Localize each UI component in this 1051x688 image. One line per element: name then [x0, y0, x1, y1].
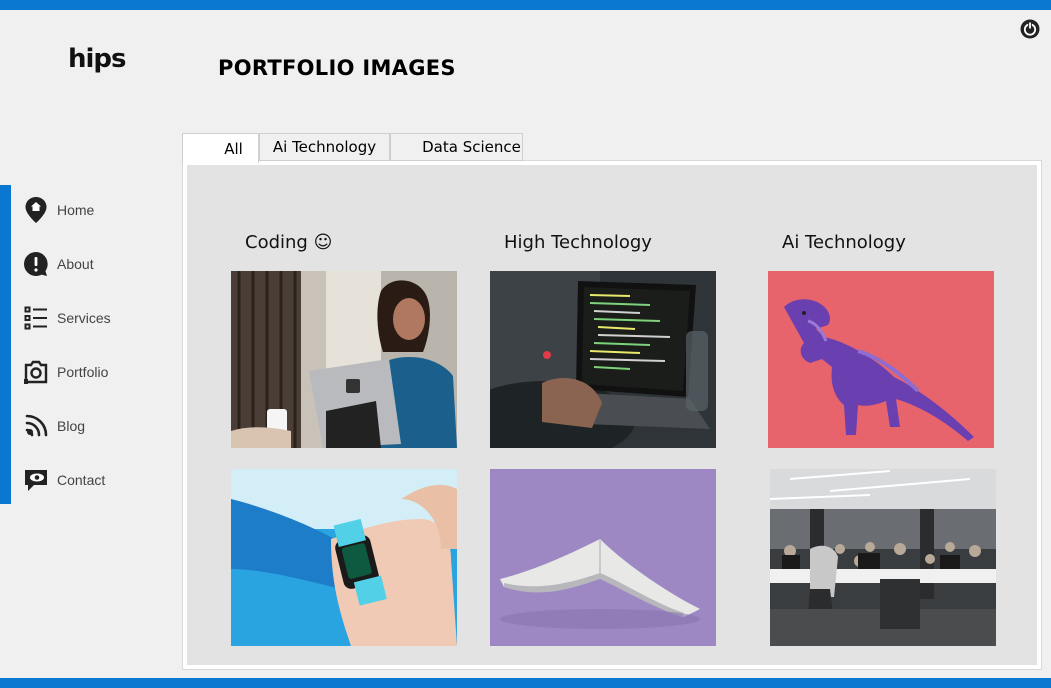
nav-item-blog[interactable]: Blog [22, 406, 172, 446]
smartwatch-photo[interactable] [231, 469, 457, 646]
camera-icon [22, 358, 50, 386]
power-icon[interactable] [1020, 19, 1040, 39]
nav-label-about: About [57, 256, 94, 272]
woman-with-tablet-photo[interactable] [231, 271, 457, 448]
app-logo: hips [68, 44, 127, 74]
feed-icon [22, 412, 50, 440]
tab-data-science[interactable]: Data Science [390, 133, 523, 161]
tab-all[interactable]: All [182, 133, 259, 163]
tab-data-science-label: Data Science [422, 138, 521, 156]
purple-dinosaur-photo[interactable] [768, 271, 994, 448]
nav-item-services[interactable]: Services [22, 298, 172, 338]
map-pin-icon [22, 196, 50, 224]
open-notebook-photo[interactable] [490, 469, 716, 646]
nav-label-services: Services [57, 310, 111, 326]
nav-label-contact: Contact [57, 472, 106, 488]
nav-accent-stripe [0, 185, 11, 504]
chat-eye-icon [22, 466, 50, 494]
nav-item-about[interactable]: About [22, 244, 172, 284]
column-title-coding: Coding ☺ [245, 232, 333, 253]
nav-label-blog: Blog [57, 418, 86, 434]
column-title-high-technology: High Technology [504, 232, 652, 253]
nav-item-contact[interactable]: Contact [22, 460, 172, 500]
nav-label-portfolio: Portfolio [57, 364, 109, 380]
list-icon [22, 304, 50, 332]
bottom-accent-bar [0, 678, 1051, 688]
office-workspace-photo[interactable] [770, 469, 996, 646]
tab-ai-technology[interactable]: Ai Technology [259, 133, 390, 161]
laptop-coding-photo[interactable] [490, 271, 716, 448]
nav-item-home[interactable]: Home [22, 190, 172, 230]
top-accent-bar [0, 0, 1051, 10]
tab-all-label: All [224, 139, 243, 158]
tab-ai-technology-label: Ai Technology [272, 138, 377, 156]
nav-label-home: Home [57, 202, 95, 218]
column-title-ai-technology: Ai Technology [782, 232, 906, 253]
nav-item-portfolio[interactable]: Portfolio [22, 352, 172, 392]
alert-icon [22, 250, 50, 278]
page-title: PORTFOLIO IMAGES [218, 56, 456, 80]
